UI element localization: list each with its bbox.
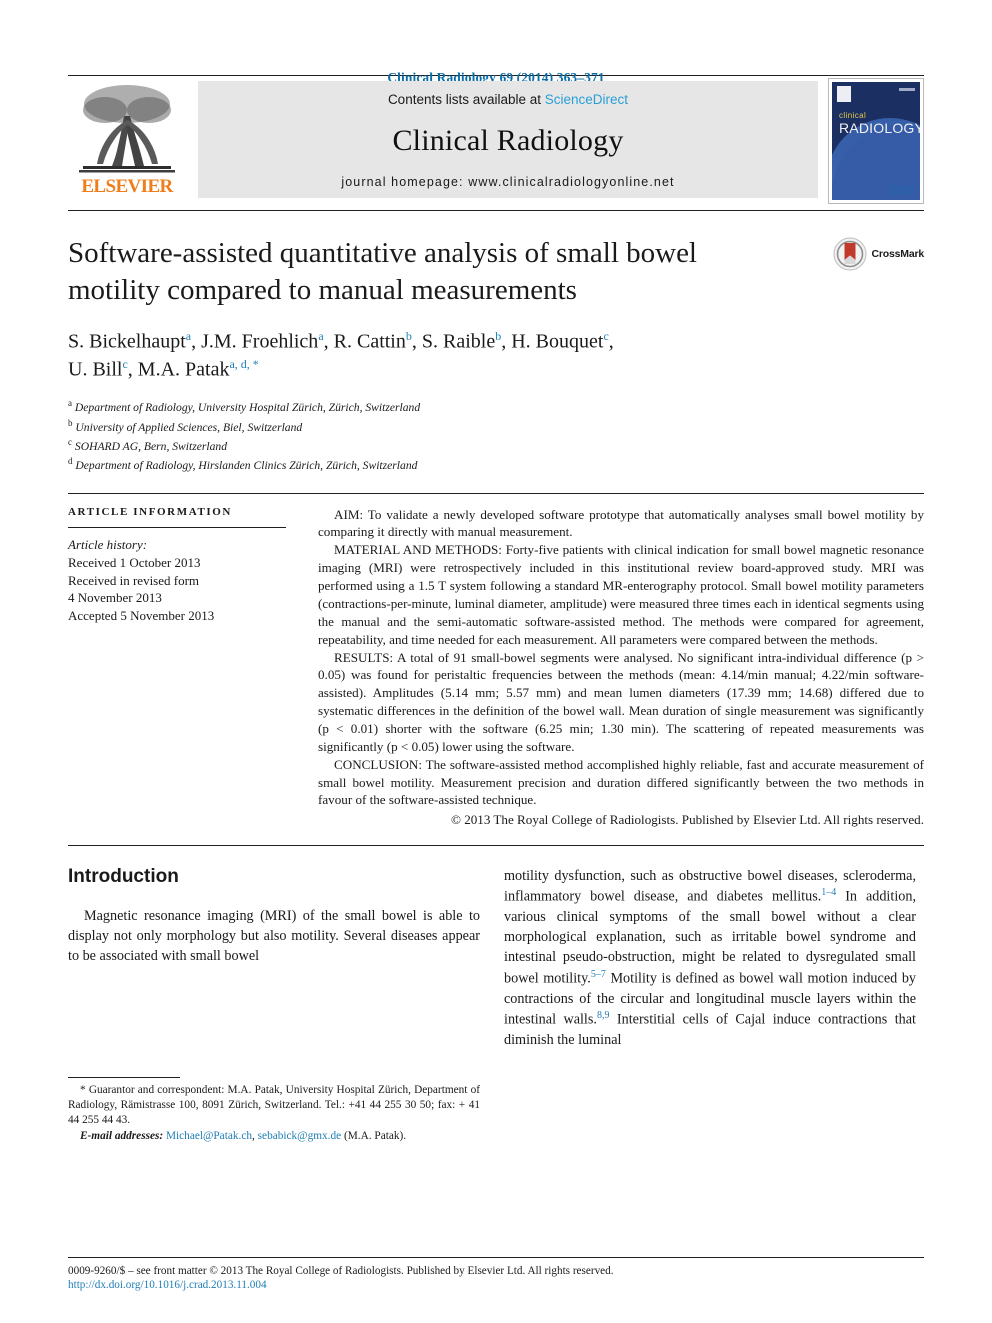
- abstract-results: RESULTS: A total of 91 small-bowel segme…: [318, 649, 924, 754]
- journal-banner: ELSEVIER Contents lists available at Sci…: [68, 76, 924, 204]
- author-separator: ,: [127, 358, 138, 381]
- affiliation-text: SOHARD AG, Bern, Switzerland: [74, 439, 228, 453]
- contents-prefix: Contents lists available at: [387, 92, 545, 107]
- article-information-panel: ARTICLE INFORMATION Article history: Rec…: [68, 506, 318, 829]
- footer-rule: [68, 1256, 924, 1258]
- email-link-2[interactable]: sebabick@gmx.de: [258, 1130, 342, 1142]
- affiliation-item: b University of Applied Sciences, Biel, …: [68, 417, 924, 436]
- cover-title-line2: RADIOLOGY: [839, 120, 920, 136]
- body-columns: Introduction Magnetic resonance imaging …: [68, 846, 924, 1144]
- email-suffix: (M.A. Patak).: [341, 1129, 407, 1142]
- abstract-body: AIM: To validate a newly developed softw…: [318, 506, 924, 829]
- cover-title-line1: clinical: [839, 111, 867, 120]
- paragraph: motility dysfunction, such as obstructiv…: [504, 866, 916, 1050]
- affiliation-list: a Department of Radiology, University Ho…: [68, 397, 924, 474]
- page-title: Software-assisted quantitative analysis …: [68, 237, 697, 306]
- author-separator: ,: [501, 330, 512, 353]
- article-history-item: 4 November 2013: [68, 590, 162, 606]
- cover-elsevier-icon: [837, 86, 851, 102]
- journal-homepage[interactable]: journal homepage: www.clinicalradiologyo…: [341, 175, 674, 189]
- author-name: M.A. Patak: [137, 358, 230, 381]
- abstract-section: ARTICLE INFORMATION Article history: Rec…: [68, 494, 924, 829]
- abstract-conclusion: CONCLUSION: The software-assisted method…: [318, 756, 924, 808]
- introduction-right-text: motility dysfunction, such as obstructiv…: [504, 866, 916, 1050]
- email-line: E-mail addresses: Michael@Patak.ch, seba…: [80, 1129, 407, 1142]
- citation-ref[interactable]: 5–7: [591, 969, 606, 980]
- author-affiliation-mark: a, d, *: [229, 356, 259, 371]
- section-heading-introduction: Introduction: [68, 866, 179, 888]
- crossmark-badge[interactable]: CrossMark: [833, 237, 924, 271]
- email-label: E-mail addresses:: [80, 1129, 164, 1142]
- journal-cover-image: clinical RADIOLOGY: [832, 82, 920, 200]
- author-name: S. Bickelhaupt: [68, 330, 186, 353]
- footnote-rule: [68, 1076, 180, 1078]
- issn-copyright-line: 0009-9260/$ – see front matter © 2013 Th…: [68, 1264, 614, 1277]
- article-page: Clinical Radiology 69 (2014) 363–371 ELS…: [0, 0, 992, 1323]
- footnote-text: * Guarantor and correspondent: M.A. Pata…: [68, 1083, 480, 1144]
- journal-banner-center: Contents lists available at ScienceDirec…: [198, 81, 818, 198]
- article-history-item: Received in revised form: [68, 572, 200, 588]
- elsevier-tree-icon: [75, 80, 179, 176]
- elsevier-wordmark: ELSEVIER: [81, 176, 173, 197]
- cover-publisher-badge: [888, 185, 914, 195]
- correspondence-footnote: * Guarantor and correspondent: M.A. Pata…: [68, 1076, 480, 1144]
- author-name: H. Bouquet: [511, 330, 604, 353]
- affiliation-mark: d: [68, 456, 73, 467]
- contents-available-line: Contents lists available at ScienceDirec…: [388, 92, 628, 107]
- abstract-methods: MATERIAL AND METHODS: Forty-five patient…: [318, 542, 924, 647]
- sciencedirect-link[interactable]: ScienceDirect: [545, 92, 628, 107]
- title-block: CrossMark Software-assisted quantitative…: [68, 211, 924, 475]
- affiliation-mark: b: [68, 417, 73, 428]
- journal-title: Clinical Radiology: [392, 124, 624, 157]
- affiliation-item: c SOHARD AG, Bern, Switzerland: [68, 436, 924, 455]
- journal-cover-thumbnail[interactable]: clinical RADIOLOGY: [828, 78, 924, 204]
- affiliation-mark: c: [68, 437, 72, 447]
- author-name: R. Cattin: [333, 330, 406, 353]
- article-history-item: Accepted 5 November 2013: [68, 608, 215, 624]
- author-name: U. Bill: [68, 358, 123, 381]
- abstract-copyright: © 2013 The Royal College of Radiologists…: [450, 812, 924, 828]
- corresponding-author-note: * Guarantor and correspondent: M.A. Pata…: [68, 1083, 480, 1127]
- article-history-item: Received 1 October 2013: [68, 554, 201, 570]
- citation-ref[interactable]: 8,9: [597, 1010, 610, 1021]
- cover-title-block: clinical RADIOLOGY: [839, 111, 920, 136]
- article-history-label: Article history:: [68, 536, 148, 552]
- affiliation-mark: a: [68, 398, 72, 409]
- citation-ref[interactable]: 1–4: [821, 887, 836, 898]
- author-name: J.M. Froehlich: [201, 330, 319, 353]
- column-left: Introduction Magnetic resonance imaging …: [68, 866, 480, 1144]
- affiliation-text: Department of Radiology, Hirslanden Clin…: [75, 459, 418, 473]
- abstract-aim: AIM: To validate a newly developed softw…: [318, 506, 924, 540]
- page-footer: 0009-9260/$ – see front matter © 2013 Th…: [68, 1256, 924, 1291]
- author-list: S. Bickelhaupta, J.M. Froehlicha, R. Cat…: [68, 328, 924, 383]
- author-separator: ,: [323, 330, 334, 353]
- paragraph: Magnetic resonance imaging (MRI) of the …: [68, 908, 480, 965]
- email-link-1[interactable]: Michael@Patak.ch: [166, 1130, 252, 1142]
- article-information-heading: ARTICLE INFORMATION: [68, 505, 232, 518]
- cover-issue-label: [899, 88, 915, 91]
- article-history: Article history: Received 1 October 2013…: [68, 536, 294, 626]
- affiliation-item: a Department of Radiology, University Ho…: [68, 397, 924, 416]
- introduction-left-text: Magnetic resonance imaging (MRI) of the …: [68, 906, 480, 966]
- author-name: S. Raible: [421, 330, 496, 353]
- running-head: Clinical Radiology 69 (2014) 363–371: [387, 70, 605, 85]
- affiliation-text: Department of Radiology, University Hosp…: [74, 401, 421, 415]
- column-right: motility dysfunction, such as obstructiv…: [504, 866, 916, 1144]
- author-separator: ,: [191, 330, 202, 353]
- author-separator: ,: [411, 330, 422, 353]
- doi-link[interactable]: http://dx.doi.org/10.1016/j.crad.2013.11…: [68, 1279, 924, 1291]
- affiliation-text: University of Applied Sciences, Biel, Sw…: [75, 420, 303, 434]
- author-line-1: S. Bickelhaupta, J.M. Froehlicha, R. Cat…: [68, 328, 924, 356]
- affiliation-item: d Department of Radiology, Hirslanden Cl…: [68, 455, 924, 474]
- article-information-rule: [68, 526, 286, 528]
- crossmark-icon: [833, 237, 867, 271]
- crossmark-label: CrossMark: [871, 248, 925, 260]
- elsevier-logo: ELSEVIER: [68, 76, 186, 204]
- author-separator: ,: [608, 330, 614, 353]
- author-line-2: U. Billc, M.A. Pataka, d, *: [68, 356, 924, 384]
